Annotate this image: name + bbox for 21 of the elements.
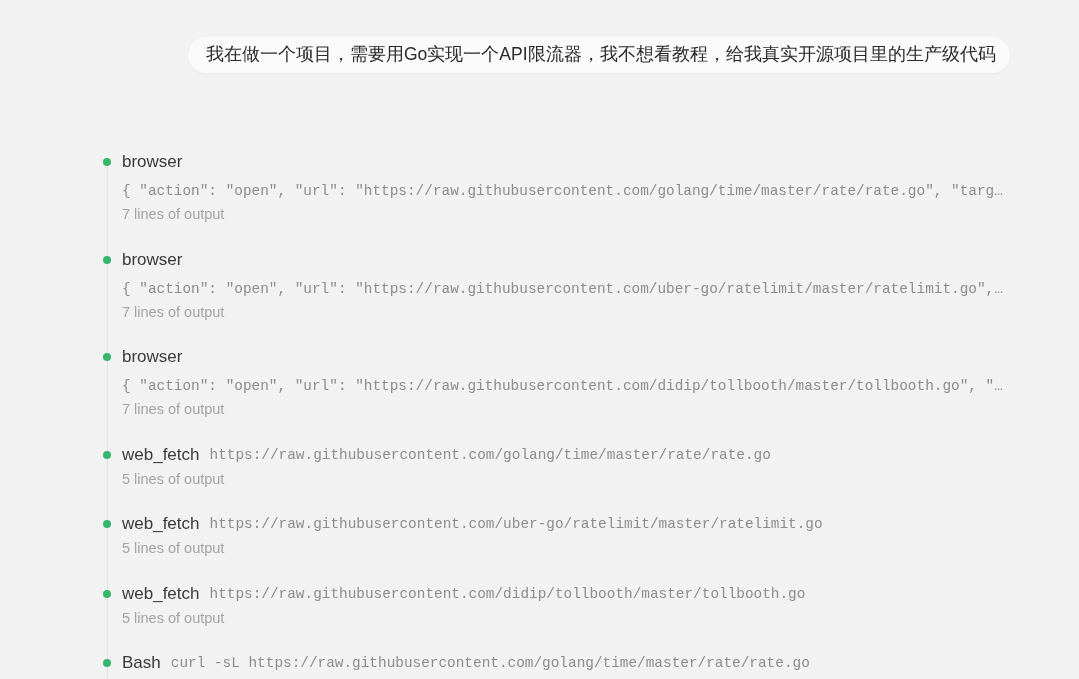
tool-argument: curl -sL https://raw.githubusercontent.com/golang/time/master/rate/rate.go [170, 654, 810, 673]
tool-name: web_fetch [122, 513, 200, 535]
output-summary[interactable]: 5 lines of output [122, 468, 225, 489]
tool-argument: { "action": "open", "url": "https://raw.githubusercontent.com/didip/tollbooth/master/tollbooth.go", "… [122, 377, 1003, 396]
output-summary[interactable]: 7 lines of output [122, 301, 225, 322]
tool-name: browser [122, 346, 183, 368]
tool-argument: https://raw.githubusercontent.com/didip/tollbooth/master/tollbooth.go [209, 584, 806, 604]
tool-argument: { "action": "open", "url": "https://raw.githubusercontent.com/golang/time/master/rate/rate.go", "targ… [122, 182, 1003, 201]
output-summary[interactable]: 5 lines of output [122, 538, 225, 558]
tool-name: browser [122, 248, 183, 271]
tool-name: web_fetch [122, 582, 200, 605]
tool-name: web_fetch [122, 443, 200, 466]
user-message: 我在做一个项目，需要用Go实现一个API限流器，我不想看教程，给我真实开源项目里的生产级代码 [188, 37, 1010, 73]
tool-argument: https://raw.githubusercontent.com/golang/time/master/rate/rate.go [209, 445, 771, 465]
output-summary[interactable]: 7 lines of output [122, 204, 225, 224]
tool-argument: { "action": "open", "url": "https://raw.githubusercontent.com/uber-go/ratelimit/master/ratelimit.go",… [122, 279, 1003, 299]
tool-argument: https://raw.githubusercontent.com/uber-go/ratelimit/master/ratelimit.go [209, 515, 823, 534]
tool-name: browser [122, 151, 183, 173]
output-summary[interactable]: 5 lines of output [122, 607, 225, 628]
tool-name: Bash [122, 652, 161, 674]
output-summary[interactable]: 7 lines of output [122, 399, 225, 419]
